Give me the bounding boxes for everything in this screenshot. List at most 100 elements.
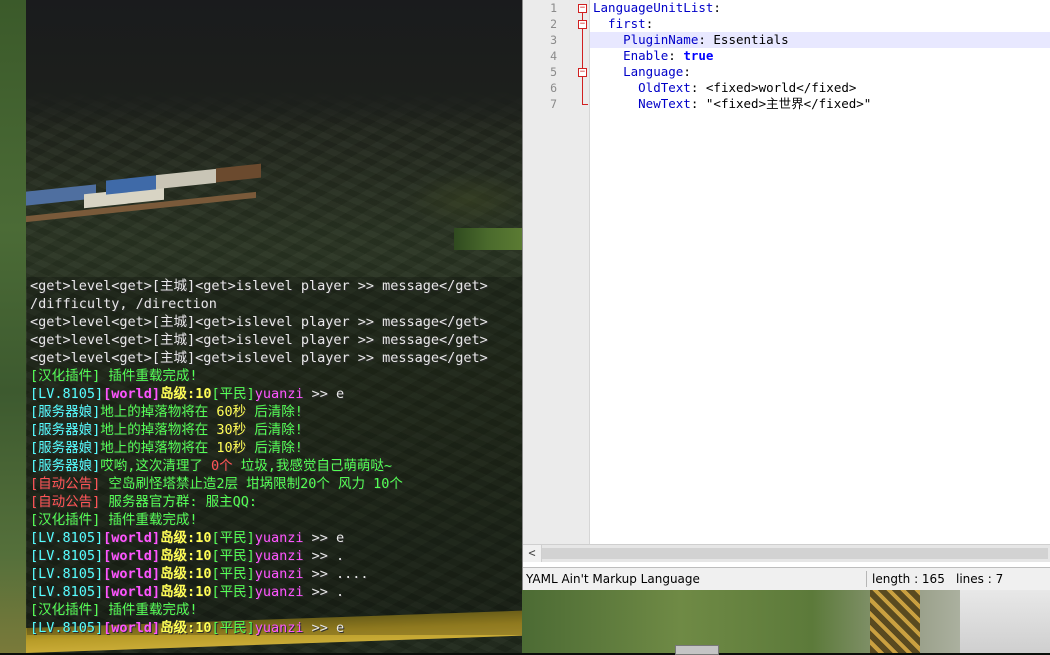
chat-segment: 空岛刷怪塔禁止造2层 坩埚限制20个 风力 10个: [100, 476, 403, 492]
chat-segment: [汉化插件] 插件重载完成!: [30, 512, 198, 528]
chat-segment: [world]: [103, 548, 161, 564]
code-editor[interactable]: LanguageUnitList: first: PluginName: Ess…: [590, 0, 1050, 544]
line-number: 5: [550, 65, 557, 79]
chat-line: [LV.8105][world]岛级:10[平民]yuanzi >> e: [30, 385, 344, 403]
chat-segment: >> .: [303, 548, 345, 564]
chat-line: [服务器娘]地上的掉落物将在 30秒 后清除!: [30, 421, 303, 439]
window-edge-strip: [0, 0, 26, 653]
fold-toggle-icon[interactable]: −: [578, 20, 587, 29]
chat-segment: 地上的掉落物将在: [100, 440, 217, 456]
chat-segment: 0个: [211, 458, 233, 474]
chat-segment: 岛级:10: [160, 386, 212, 402]
status-language: YAML Ain't Markup Language: [526, 572, 700, 586]
chat-line: <get>level<get>[主城]<get>islevel player >…: [30, 277, 488, 295]
chat-line: [LV.8105][world]岛级:10[平民]yuanzi >> .: [30, 583, 344, 601]
code-token: Language: [593, 64, 684, 79]
chat-segment: 地上的掉落物将在: [100, 404, 217, 420]
chat-segment: [平民]: [211, 584, 255, 600]
code-line: PluginName: Essentials: [593, 32, 789, 48]
code-token: : <fixed>world</fixed>: [690, 80, 857, 95]
line-number: 1: [550, 1, 557, 15]
chat-line: <get>level<get>[主城]<get>islevel player >…: [30, 349, 488, 367]
scrollbar-thumb[interactable]: [542, 548, 1048, 559]
status-bar: YAML Ain't Markup Language length : 165 …: [523, 567, 1050, 590]
chat-segment: [服务器娘]: [30, 440, 101, 456]
scroll-left-button[interactable]: <: [523, 545, 542, 562]
chat-segment: [LV.8105]: [30, 386, 104, 402]
hotbar-slot: [675, 645, 719, 655]
chat-segment: [平民]: [211, 386, 255, 402]
chat-segment: [LV.8105]: [30, 620, 104, 636]
chat-segment: [world]: [103, 530, 161, 546]
code-token: PluginName: [593, 32, 699, 47]
line-number: 7: [550, 97, 557, 111]
horizontal-scrollbar[interactable]: <: [523, 544, 1050, 562]
chat-segment: [服务器娘]: [30, 422, 101, 438]
fold-toggle-icon[interactable]: −: [578, 4, 587, 13]
chat-segment: 60秒: [216, 404, 247, 420]
code-token: : "<fixed>主世界</fixed>": [690, 96, 872, 111]
chat-segment: yuanzi: [254, 620, 304, 636]
chat-segment: [LV.8105]: [30, 530, 104, 546]
status-separator: [866, 571, 867, 587]
chat-line: [服务器娘]哎哟,这次清理了 0个 垃圾,我感觉自己萌萌哒~: [30, 457, 392, 475]
chat-segment: <get>level<get>[主城]<get>islevel player >…: [30, 332, 488, 348]
code-line: Language:: [593, 64, 691, 80]
fold-line: [582, 29, 583, 68]
chat-segment: [LV.8105]: [30, 548, 104, 564]
chat-line: [自动公告] 空岛刷怪塔禁止造2层 坩埚限制20个 风力 10个: [30, 475, 403, 493]
code-token: :: [645, 16, 654, 31]
chat-segment: >> e: [303, 620, 345, 636]
chat-segment: <get>level<get>[主城]<get>islevel player >…: [30, 350, 488, 366]
redstone-lamp: [870, 590, 920, 653]
chat-line: [LV.8105][world]岛级:10[平民]yuanzi >> e: [30, 619, 344, 637]
chat-segment: [world]: [103, 566, 161, 582]
chat-line: [汉化插件] 插件重载完成!: [30, 601, 198, 619]
fold-toggle-icon[interactable]: −: [578, 68, 587, 77]
chat-segment: [平民]: [211, 566, 255, 582]
chat-segment: yuanzi: [254, 386, 304, 402]
chat-segment: [world]: [103, 620, 161, 636]
chat-segment: yuanzi: [254, 566, 304, 582]
code-line: LanguageUnitList:: [593, 0, 721, 16]
code-token: OldText: [593, 80, 691, 95]
chat-segment: <get>level<get>[主城]<get>islevel player >…: [30, 314, 488, 330]
chat-line: <get>level<get>[主城]<get>islevel player >…: [30, 313, 488, 331]
chat-segment: [服务器娘]: [30, 404, 101, 420]
chat-line: [自动公告] 服务器官方群: 服主QQ:: [30, 493, 257, 511]
chat-segment: [汉化插件] 插件重载完成!: [30, 368, 198, 384]
line-number: 6: [550, 81, 557, 95]
status-lines: lines : 7: [956, 572, 1004, 586]
chat-line: [汉化插件] 插件重载完成!: [30, 511, 198, 529]
chat-segment: 岛级:10: [160, 530, 212, 546]
text-editor-window: 1 2 3 4 5 6 7 − − − LanguageUnitList: fi…: [522, 0, 1050, 590]
chat-segment: 垃圾,我感觉自己萌萌哒~: [232, 458, 393, 474]
chat-segment: 服务器官方群: 服主QQ:: [100, 494, 258, 510]
chat-segment: 哎哟,这次清理了: [100, 458, 212, 474]
chat-line: [LV.8105][world]岛级:10[平民]yuanzi >> .: [30, 547, 344, 565]
chat-segment: [汉化插件] 插件重载完成!: [30, 602, 198, 618]
chat-segment: [world]: [103, 584, 161, 600]
chat-segment: 地上的掉落物将在: [100, 422, 217, 438]
code-token: NewText: [593, 96, 691, 111]
quartz-block-row: [26, 163, 266, 230]
chat-segment: [LV.8105]: [30, 566, 104, 582]
chat-segment: <get>level<get>[主城]<get>islevel player >…: [30, 278, 488, 294]
code-token: Enable: [593, 48, 669, 63]
chat-segment: yuanzi: [254, 584, 304, 600]
chat-segment: yuanzi: [254, 530, 304, 546]
line-number: 4: [550, 49, 557, 63]
code-token: :: [683, 64, 691, 79]
code-token: true: [683, 48, 714, 63]
fold-line: [582, 77, 583, 104]
grass-patch: [454, 228, 522, 250]
chat-line: [LV.8105][world]岛级:10[平民]yuanzi >> e: [30, 529, 344, 547]
chat-segment: yuanzi: [254, 548, 304, 564]
chat-line: /difficulty, /direction: [30, 295, 217, 313]
chat-line: [汉化插件] 插件重载完成!: [30, 367, 198, 385]
game-window: <get>level<get>[主城]<get>islevel player >…: [0, 0, 522, 653]
chat-segment: 30秒: [216, 422, 247, 438]
chat-segment: /difficulty, /direction: [30, 296, 217, 312]
chat-segment: >> e: [303, 530, 345, 546]
chat-line: <get>level<get>[主城]<get>islevel player >…: [30, 331, 488, 349]
